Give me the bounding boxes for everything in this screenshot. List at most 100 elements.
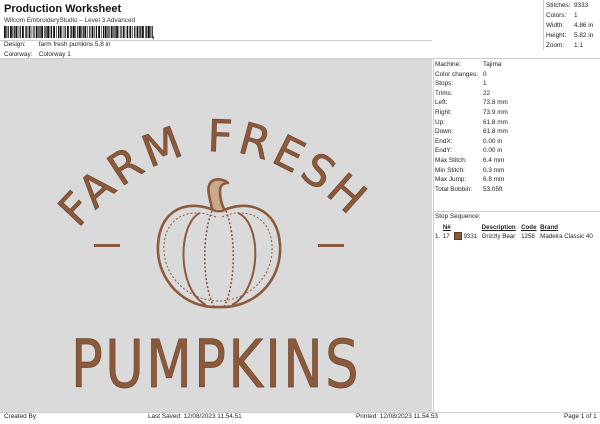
barcode-bar [104,26,107,38]
barcode-bar [41,26,43,38]
barcode-bar [49,26,51,38]
stats-panel: Stitches: 9333 Colors: 1 Width: 4.86 in Hei… [546,2,600,52]
barcode-bar [101,26,102,38]
machine-row: Stops: 1 [435,80,487,88]
barcode-bar [73,26,75,38]
barcode-bar [12,26,13,38]
barcode-bar [58,26,60,38]
col-code: Code [521,224,537,231]
stats-divider [543,0,544,50]
left-dash [94,244,120,247]
header-divider [0,40,432,41]
stop-sequence-title: Stop Sequence: [435,213,481,220]
barcode-bar [120,26,122,38]
col-n: N# [442,224,451,231]
table-header-row: N# Description Code Brand [435,223,600,232]
machine-row: EndY: 0.00 in [435,147,503,155]
stop-sequence-table: N# Description Code Brand 1. 17 9331 Gri… [435,223,600,241]
col-description: Description [481,224,516,231]
right-dash [318,244,344,247]
barcode-bar [26,26,28,38]
machine-row: Right: 73.9 mm [435,108,508,116]
barcode-bar [107,26,108,38]
barcode-bar [118,26,120,38]
pumpkin-icon [156,178,282,309]
barcode-bar [91,26,94,38]
footer-printed: Printed: 12/08/2023 11.54.53 [356,413,438,420]
design-value: farm fresh pumkins 5,8 in [38,41,111,48]
barcode-bar [142,26,144,38]
barcode-bar [31,26,33,38]
barcode-bar [150,26,151,38]
design-label: Design: [4,41,26,48]
col-index [435,223,443,232]
barcode-bar [132,26,133,38]
panel-divider [433,58,434,412]
stat-stitches: Stitches: 9333 [546,2,589,9]
footer-page: Page 1 of 1 [564,413,597,420]
barcode [4,26,153,38]
barcode-bar [67,26,69,38]
barcode-bar [110,26,113,38]
barcode-bar [94,26,95,38]
row-brand: Madeira Classic 40 [540,233,593,240]
barcode-bar [15,26,18,38]
row-description: Grizzly Bear [481,233,516,240]
barcode-bar [6,26,7,38]
barcode-bar [25,26,26,38]
barcode-suffix: , [152,30,155,40]
barcode-bar [89,26,91,38]
machine-row: Min Stitch: 0.3 mm [435,166,505,174]
colorway-label: Colorway: [4,51,33,58]
barcode-bar [38,26,39,38]
colorway-value: Colorway 1 [38,51,71,58]
footer-divider [0,412,600,413]
barcode-bar [13,26,15,38]
barcode-bar [81,26,82,38]
barcode-bar [4,26,6,38]
barcode-bar [140,26,142,38]
design-text-line2: PUMPKINS [71,326,361,403]
barcode-bar [39,26,41,38]
barcode-bar [62,26,64,38]
barcode-bar [95,26,97,38]
machine-row: Total Bobbin: 53.05ft [435,185,503,193]
software-subtitle: Wilcom EmbroideryStudio – Level 3 Advanc… [4,17,136,24]
stat-width: Width: 4.86 in [546,22,594,29]
barcode-bar [129,26,132,38]
barcode-bar [10,26,12,38]
barcode-bar [7,26,9,38]
barcode-bar [22,26,24,38]
thread-color-swatch [453,232,462,241]
barcode-bar [136,26,139,38]
barcode-bar [139,26,140,38]
barcode-bar [53,26,55,38]
barcode-bar [87,26,88,38]
barcode-bar [108,26,110,38]
page-title: Production Worksheet [4,3,122,15]
col-swatch [454,223,482,232]
machine-row: Trims: 22 [435,89,491,97]
machine-divider [433,211,600,212]
row-n: 17 [442,233,450,240]
barcode-bar [134,26,136,38]
barcode-bar [44,26,45,38]
barcode-bar [28,26,31,38]
stat-colors: Colors: 1 [546,12,578,19]
row-swatch: 9331 [453,232,482,241]
barcode-bar [127,26,129,38]
machine-row: Up: 61.8 mm [435,118,508,126]
machine-row: Max Stitch: 6.4 mm [435,156,505,164]
barcode-bar [77,26,79,38]
design-preview: FARM FRESH PUMPKINS [0,59,432,412]
barcode-bar [122,26,125,38]
barcode-bar [82,26,84,38]
machine-row: Color changes: 0 [435,70,487,78]
barcode-bar [47,26,49,38]
embroidery-design: FARM FRESH PUMPKINS [49,111,375,404]
stat-zoom: Zoom: 1:1 [546,42,583,49]
barcode-bar [84,26,87,38]
barcode-bar [71,26,73,38]
barcode-bar [19,26,21,38]
col-brand: Brand [540,224,559,231]
